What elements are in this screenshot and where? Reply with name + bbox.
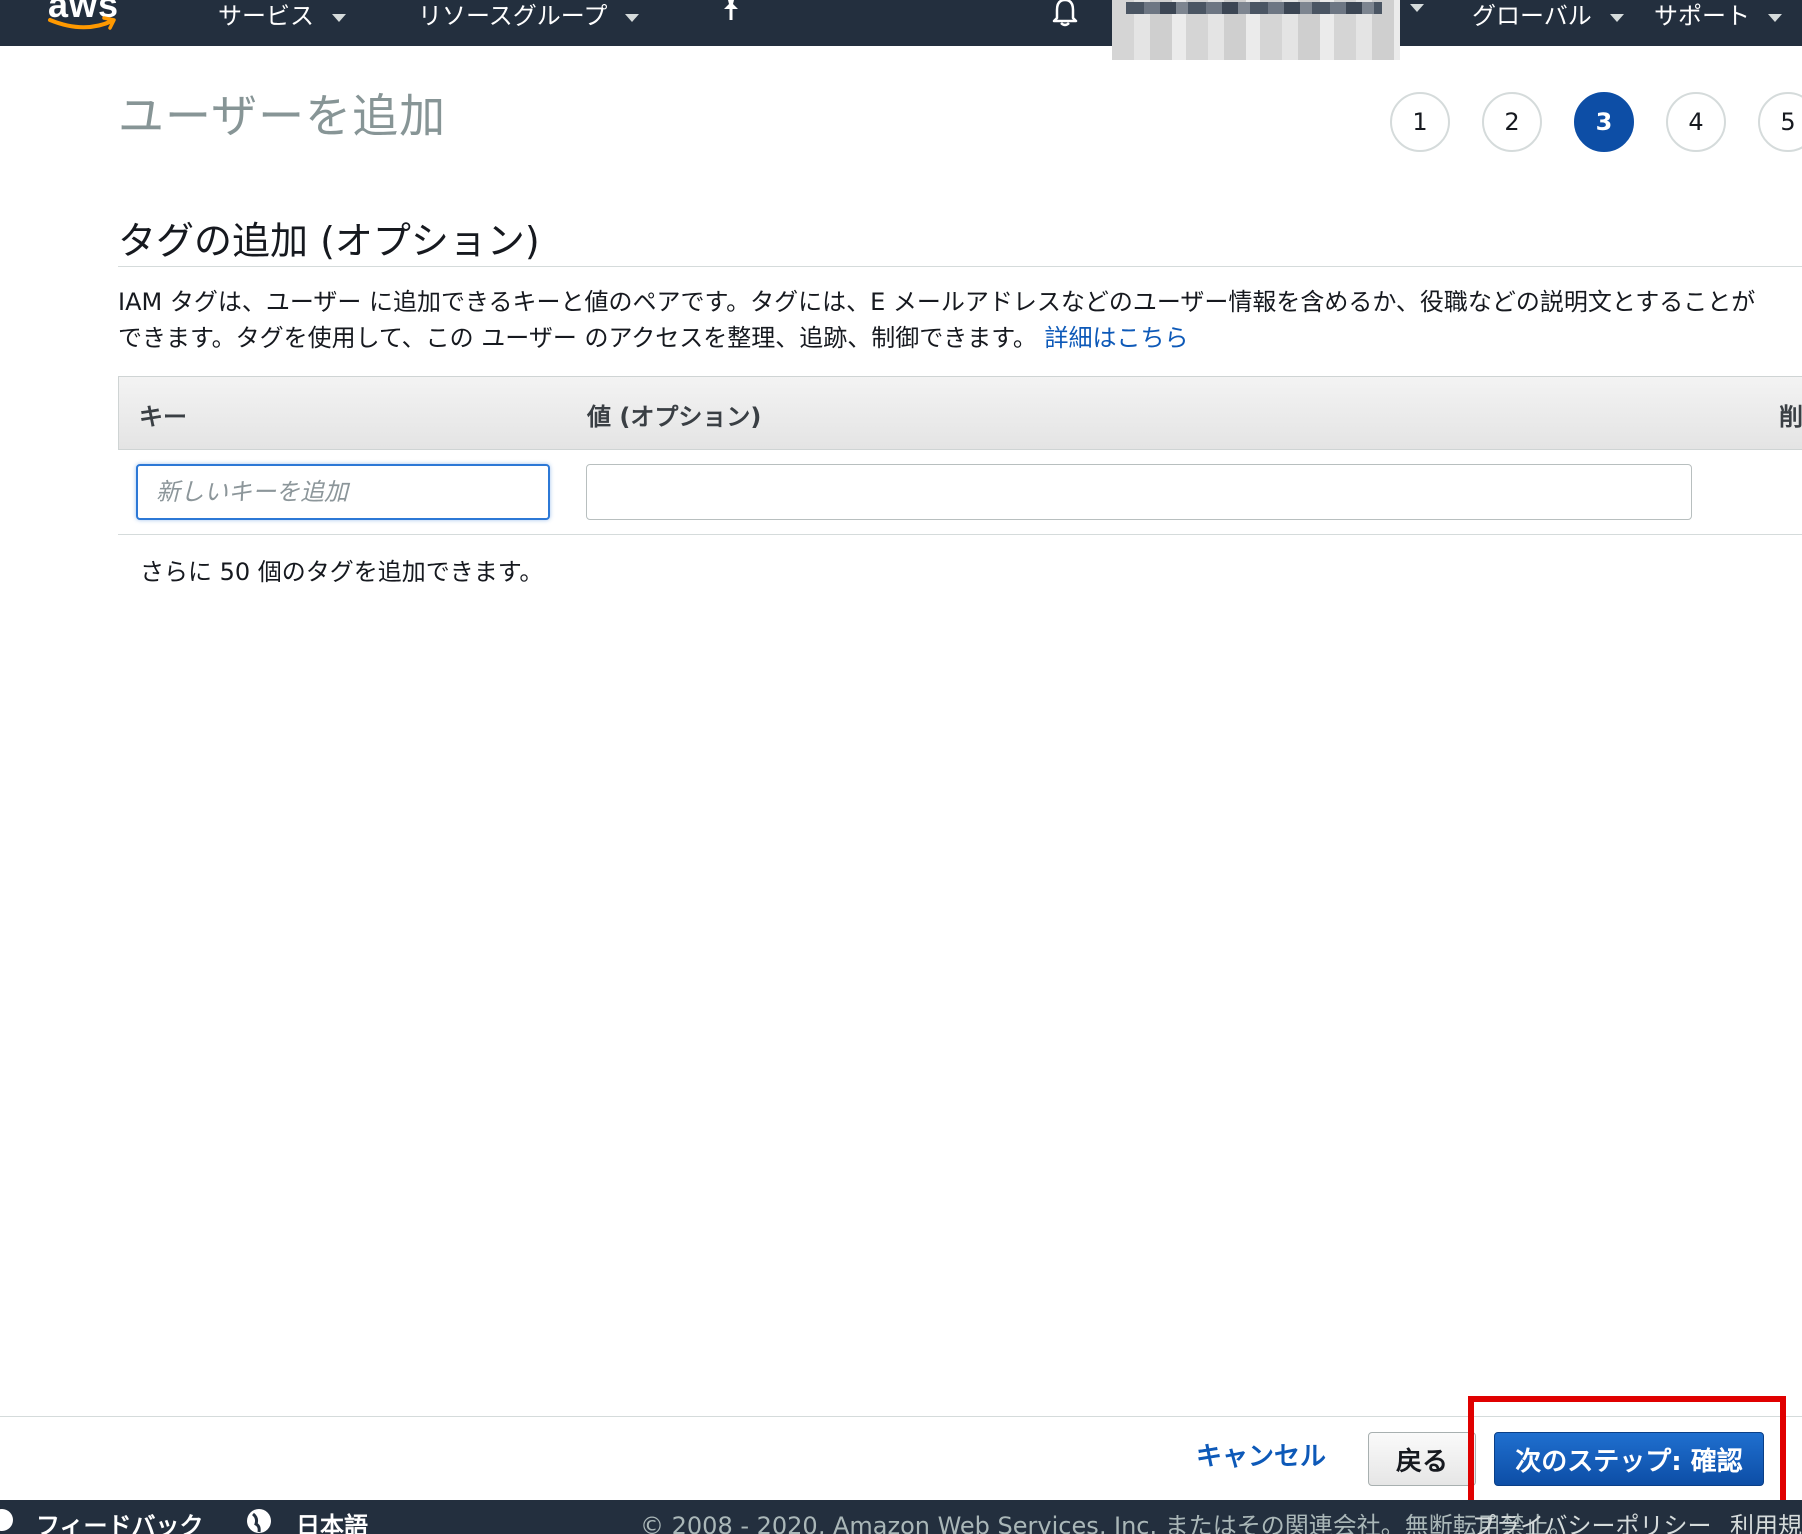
cancel-button[interactable]: キャンセル [1196,1436,1326,1473]
chevron-down-icon [332,13,346,22]
globe-icon [247,1509,271,1533]
resource-groups-menu-label: リソースグループ [418,2,608,30]
back-button[interactable]: 戻る [1368,1432,1476,1486]
learn-more-link[interactable]: 詳細はこちら [1045,324,1189,352]
tags-description: IAM タグは、ユーザー に追加できるキーと値のペアです。タグには、E メールア… [118,284,1802,356]
services-menu-label: サービス [218,2,314,30]
chevron-down-icon [1410,4,1424,12]
wizard-step-1[interactable]: 1 [1390,92,1450,152]
wizard-step-2[interactable]: 2 [1482,92,1542,152]
chevron-down-icon [1609,13,1624,22]
region-menu-label: グローバル [1472,2,1592,30]
section-title: タグの追加 (オプション) [118,219,540,263]
column-header-value: 値 (オプション) [587,403,762,431]
wizard-step-3-active[interactable]: 3 [1574,92,1634,152]
language-selector[interactable]: 日本語 [296,1506,368,1534]
aws-smile-icon [48,16,116,30]
aws-logo[interactable]: aws [46,0,126,36]
column-header-delete: 削除 [1779,403,1802,431]
tags-description-line2: できます。タグを使用して、この ユーザー のアクセスを整理、追跡、制御できます。… [118,320,1802,356]
chevron-down-icon [625,13,640,22]
top-navigation-bar: aws サービス リソースグループ グローバル サポート [0,0,1802,46]
wizard-step-4[interactable]: 4 [1666,92,1726,152]
account-menu-chevron[interactable] [1410,0,1424,12]
column-header-key: キー [139,403,187,431]
resource-groups-menu[interactable]: リソースグループ [418,0,640,31]
privacy-policy-link[interactable]: プライバシーポリシー [1472,1506,1712,1534]
footer-bar: フィードバック 日本語 © 2008 - 2020, Amazon Web Se… [0,1500,1802,1534]
remaining-tags-text: さらに 50 個のタグを追加できます。 [140,558,544,586]
support-menu-label: サポート [1654,2,1750,30]
highlight-annotation-box [1468,1396,1786,1512]
redaction-blur [1126,2,1382,14]
services-menu[interactable]: サービス [218,0,346,31]
chevron-down-icon [1768,13,1782,22]
tags-description-text: できます。タグを使用して、この ユーザー のアクセスを整理、追跡、制御できます。 [118,324,1037,352]
page-title: ユーザーを追加 [118,89,447,143]
section-divider [118,266,1802,267]
tag-value-input[interactable] [586,464,1692,520]
wizard-steps: 1 2 3 4 5 [1390,92,1802,152]
wizard-step-5[interactable]: 5 [1758,92,1802,152]
feedback-icon [0,1509,13,1531]
tags-table-header: キー 値 (オプション) 削除 [118,376,1802,450]
tag-key-input[interactable] [136,464,550,520]
support-menu[interactable]: サポート [1654,0,1782,31]
terms-link[interactable]: 利用規約 [1730,1506,1802,1534]
region-menu[interactable]: グローバル [1472,0,1624,31]
pin-icon[interactable] [716,0,746,24]
notifications-bell-icon[interactable] [1048,0,1082,28]
tags-description-line1: IAM タグは、ユーザー に追加できるキーと値のペアです。タグには、E メールア… [118,288,1756,316]
feedback-link[interactable]: フィードバック [36,1506,204,1534]
copyright-text: © 2008 - 2020, Amazon Web Services, Inc.… [640,1512,1573,1534]
account-name-redacted[interactable] [1112,0,1400,60]
